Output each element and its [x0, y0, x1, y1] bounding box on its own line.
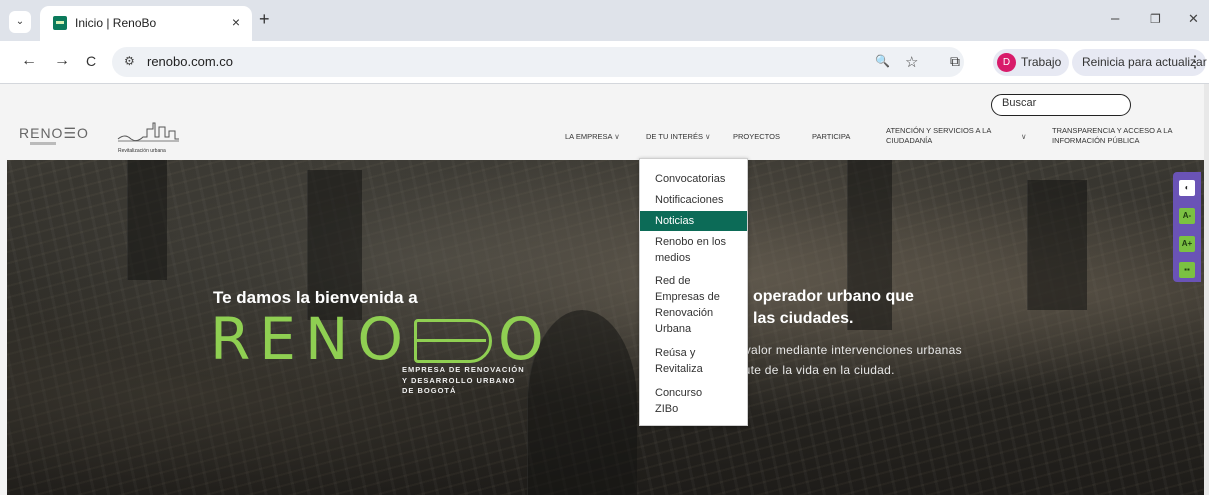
address-bar[interactable]: ⚙ renobo.com.co 🔍 ☆ — [112, 47, 964, 77]
hero-title-line: operador urbano que — [753, 288, 914, 305]
profile-avatar: D — [997, 53, 1016, 72]
nav-participa[interactable]: PARTICIPA — [812, 132, 850, 142]
browser-toolbar: ← → C ⚙ renobo.com.co 🔍 ☆ ⧉ D Trabajo Re… — [0, 41, 1209, 84]
nav-atencion[interactable]: ATENCIÓN Y SERVICIOS A LA CIUDADANÍA — [886, 126, 991, 146]
hero-banner — [7, 160, 1204, 495]
menu-dots-icon[interactable]: ⋮ — [1187, 52, 1203, 72]
brand-text-right: O — [498, 305, 553, 373]
hero-subtitle: EMPRESA DE RENOVACIÓN Y DESARROLLO URBAN… — [402, 365, 525, 397]
increase-font-icon[interactable]: A+ — [1179, 236, 1195, 252]
menu-item-reusa-y-revitaliza[interactable]: Reúsa y Revitaliza — [640, 345, 747, 381]
profile-label: Trabajo — [1021, 55, 1062, 69]
chevron-down-icon: ∨ — [705, 132, 711, 141]
menu-item-noticias[interactable]: Noticias — [640, 211, 747, 231]
extensions-icon[interactable]: ⧉ — [950, 53, 960, 70]
contrast-icon[interactable]: ◐ — [1179, 180, 1195, 196]
menu-item-concurso-zibo[interactable]: Concurso ZIBo — [640, 385, 747, 421]
nav-proyectos[interactable]: PROYECTOS — [733, 132, 780, 142]
hero-subtitle-line: Y DESARROLLO URBANO — [402, 375, 516, 385]
nav-transparencia-label-1: TRANSPARENCIA Y ACCESO A LA — [1052, 126, 1173, 135]
back-icon[interactable]: ← — [21, 52, 37, 70]
nav-atencion-label-2: CIUDADANÍA — [886, 136, 933, 145]
skyline-logo-icon[interactable] — [117, 119, 181, 149]
building-shape — [1027, 180, 1087, 310]
building-shape — [127, 160, 167, 280]
zoom-icon[interactable]: 🔍 — [875, 54, 890, 68]
menu-item-convocatorias[interactable]: Convocatorias — [640, 168, 747, 190]
renobo-logo[interactable]: RENO☰O — [19, 125, 89, 142]
hero-title: operador urbano que las ciudades. — [753, 286, 914, 330]
menu-item-notificaciones[interactable]: Notificaciones — [640, 190, 747, 210]
search-input[interactable]: Buscar — [991, 94, 1131, 116]
tab-title: Inicio | RenoBo — [75, 16, 157, 30]
site-info-icon[interactable]: ⚙ — [124, 54, 135, 68]
nav-atencion-label-1: ATENCIÓN Y SERVICIOS A LA — [886, 126, 992, 135]
new-tab-button[interactable]: + — [259, 9, 270, 30]
brand-b-icon — [414, 319, 492, 363]
hero-subtitle-line: EMPRESA DE RENOVACIÓN — [402, 365, 525, 374]
tab-strip: ⌄ Inicio | RenoBo × + – ❐ ✕ — [0, 0, 1209, 41]
window-close-icon[interactable]: ✕ — [1188, 11, 1199, 27]
profile-button[interactable]: D Trabajo — [993, 49, 1069, 76]
skyline-caption: Revitalización urbana — [118, 148, 166, 154]
nav-transparencia[interactable]: TRANSPARENCIA Y ACCESO A LA INFORMACIÓN P… — [1052, 126, 1172, 146]
site-header: RENO☰O Revitalización urbana LA EMPRESA … — [0, 120, 1204, 160]
nav-la-empresa-label: LA EMPRESA — [565, 132, 613, 141]
hero-title-line: las ciudades. — [753, 310, 854, 327]
web-page: Buscar RENO☰O Revitalización urbana LA E… — [0, 84, 1209, 495]
de-tu-interes-dropdown: Convocatorias Notificaciones Noticias Re… — [639, 158, 748, 426]
nav-la-empresa[interactable]: LA EMPRESA ∨ — [565, 132, 620, 142]
brand-text-left: RENO — [210, 305, 412, 373]
grayscale-icon[interactable]: ▪▪ — [1179, 262, 1195, 278]
favicon-icon — [53, 16, 67, 30]
browser-tab[interactable]: Inicio | RenoBo × — [40, 6, 252, 41]
tab-close-icon[interactable]: × — [232, 14, 240, 30]
tab-search-button[interactable]: ⌄ — [9, 11, 31, 33]
url-text[interactable]: renobo.com.co — [147, 54, 233, 69]
bookmark-star-icon[interactable]: ☆ — [905, 53, 918, 71]
forward-icon[interactable]: → — [54, 52, 70, 70]
nav-de-tu-interes[interactable]: DE TU INTERÉS ∨ — [646, 132, 711, 142]
update-button[interactable]: Reinicia para actualizar ⋮ — [1072, 49, 1207, 76]
reload-icon[interactable]: C — [86, 53, 96, 69]
hero-subtitle-line: DE BOGOTÁ — [402, 386, 457, 395]
scrollbar[interactable] — [1204, 84, 1209, 495]
renobo-brand-logo: RENO O — [210, 306, 553, 372]
minimize-icon[interactable]: – — [1111, 10, 1119, 27]
restore-icon[interactable]: ❐ — [1150, 12, 1161, 26]
chevron-down-icon: ∨ — [614, 132, 620, 141]
chevron-down-icon[interactable]: ∨ — [1021, 132, 1027, 142]
decrease-font-icon[interactable]: A- — [1179, 208, 1195, 224]
accessibility-toolbar: ◐ A- A+ ▪▪ — [1173, 172, 1201, 282]
menu-item-renobo-en-los-medios[interactable]: Renobo en los medios — [640, 234, 747, 270]
nav-transparencia-label-2: INFORMACIÓN PÚBLICA — [1052, 136, 1140, 145]
nav-de-tu-interes-label: DE TU INTERÉS — [646, 132, 703, 141]
menu-item-red-de-empresas[interactable]: Red de Empresas de Renovación Urbana — [640, 273, 747, 341]
logo-tagline-bar — [30, 142, 56, 145]
